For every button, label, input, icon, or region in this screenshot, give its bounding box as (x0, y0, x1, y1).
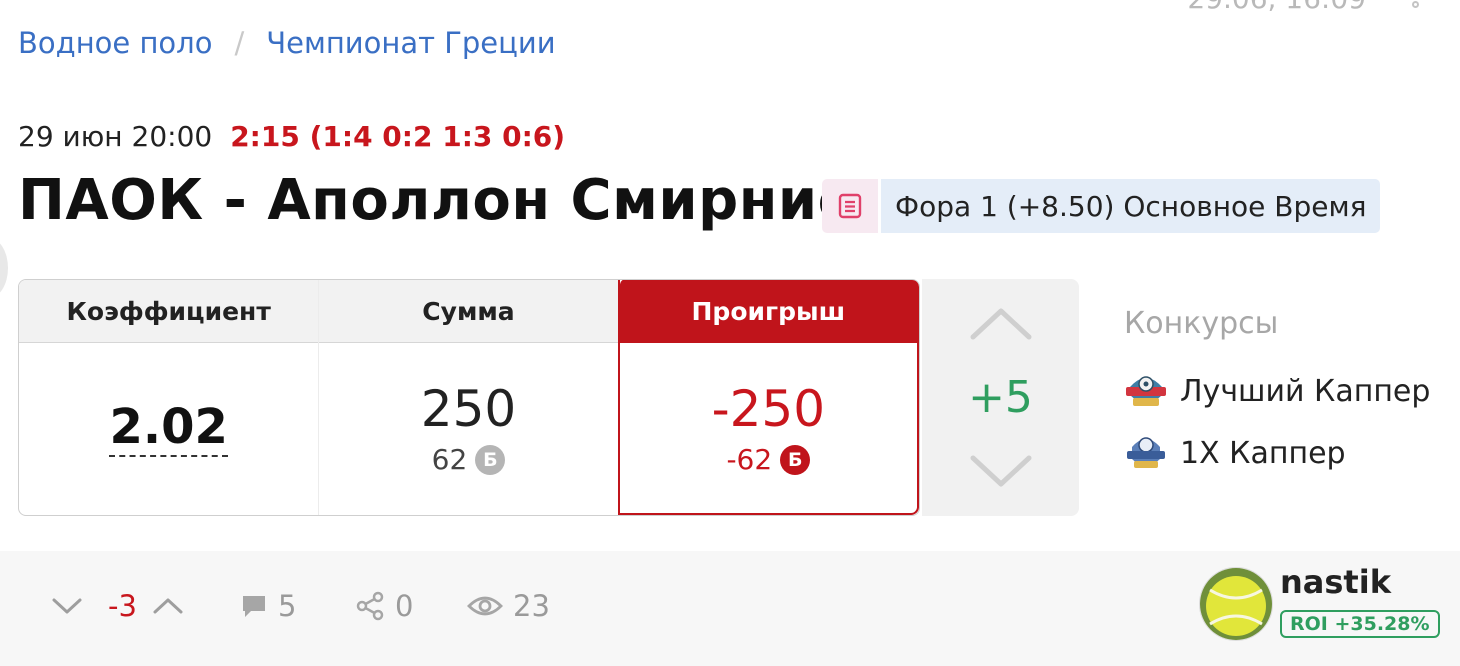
amount-value: 250 (420, 380, 517, 438)
user-roi-badge: ROI +35.28% (1280, 610, 1440, 638)
result-header: Проигрыш (619, 280, 917, 343)
coef-value[interactable]: 2.02 (109, 400, 228, 458)
post-timestamp: 29.06, 16:09 (1187, 0, 1366, 15)
points-coin-icon: Б (475, 444, 506, 475)
breadcrumb-sport-link[interactable]: Водное поло (18, 26, 212, 60)
share-counter[interactable]: 0 (355, 551, 413, 661)
1x-capper-emblem-icon (1127, 437, 1165, 468)
result-column: Проигрыш -250 -62 Б (617, 280, 919, 515)
comment-icon (243, 596, 265, 617)
comments-count: 5 (278, 589, 297, 623)
rating-control: -3 (50, 551, 195, 661)
match-meta: 29 июн 20:00 2:15 (1:4 0:2 1:3 0:6) (18, 120, 565, 153)
match-title[interactable]: ПАОК - Аполлон Смирнис (18, 168, 851, 233)
vote-count: +5 (968, 372, 1033, 423)
views-counter: 23 (467, 551, 550, 661)
contest-item-best-capper[interactable]: Лучший Каппер (1124, 371, 1430, 411)
edge-handle (0, 238, 8, 298)
downvote-chevron-icon[interactable] (50, 594, 84, 618)
result-points: -62 Б (726, 443, 811, 476)
more-options-icon[interactable] (1412, 0, 1422, 12)
bet-market-label: Фора 1 (+8.50) Основное Время (881, 179, 1381, 233)
comments-counter[interactable]: 5 (240, 551, 296, 661)
breadcrumb-league-link[interactable]: Чемпионат Греции (266, 26, 555, 60)
result-value: -250 (711, 380, 826, 438)
vote-box: +5 (922, 279, 1079, 516)
match-score: 2:15 (1:4 0:2 1:3 0:6) (230, 120, 566, 153)
stake-table: Коэффициент 2.02 Сумма 250 62 Б Проигрыш… (18, 279, 920, 516)
views-count: 23 (513, 589, 550, 623)
points-coin-icon: Б (780, 444, 811, 475)
coef-column: Коэффициент 2.02 (19, 280, 319, 515)
breadcrumb-separator: / (234, 26, 245, 60)
amount-header: Сумма (319, 280, 618, 343)
eye-icon (467, 596, 503, 616)
rating-value: -3 (108, 589, 137, 623)
contest-item-1x-capper[interactable]: 1X Каппер (1124, 433, 1346, 473)
share-icon (356, 591, 384, 621)
best-capper-emblem-icon (1126, 376, 1166, 406)
result-points-value: -62 (726, 443, 773, 476)
chevron-up-icon[interactable] (969, 303, 1033, 343)
contest-label: 1X Каппер (1180, 435, 1346, 471)
shares-count: 0 (395, 589, 414, 623)
user-name[interactable]: nastik (1280, 563, 1391, 601)
bet-market-badge: Фора 1 (+8.50) Основное Время (822, 179, 1381, 233)
contests-title: Конкурсы (1124, 306, 1279, 341)
chevron-down-icon[interactable] (969, 452, 1033, 492)
contest-label: Лучший Каппер (1180, 373, 1431, 409)
coef-header: Коэффициент (19, 280, 319, 343)
match-datetime: 29 июн 20:00 (18, 120, 213, 153)
amount-points-value: 62 (431, 443, 468, 476)
breadcrumb: Водное поло / Чемпионат Греции (18, 26, 556, 60)
user-avatar[interactable] (1199, 567, 1273, 641)
upvote-chevron-icon[interactable] (151, 594, 185, 618)
amount-points: 62 Б (432, 443, 506, 476)
list-icon (822, 179, 878, 233)
amount-column: Сумма 250 62 Б (318, 280, 618, 515)
